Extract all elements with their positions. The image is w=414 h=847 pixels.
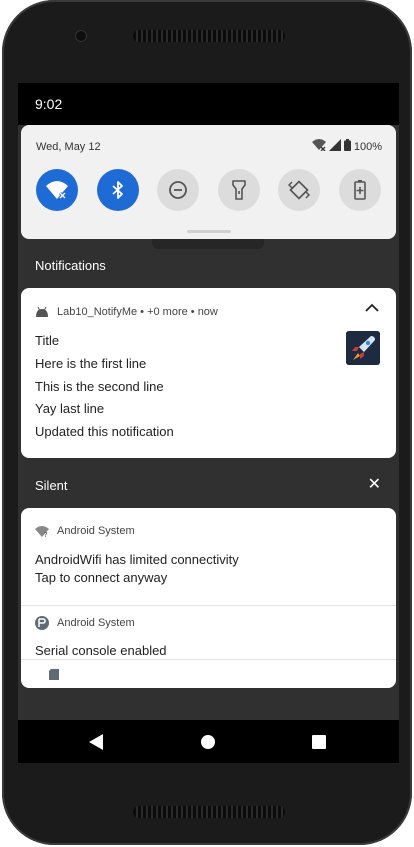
android-icon <box>36 307 48 317</box>
divider <box>21 659 396 660</box>
top-speaker <box>133 30 285 42</box>
qs-status-icons: 100% <box>311 139 382 154</box>
rocket-thumbnail-icon <box>346 331 380 365</box>
silent-item-header: Android System <box>35 616 135 630</box>
dnd-tile[interactable] <box>157 169 199 211</box>
back-button[interactable] <box>84 720 108 763</box>
notification-line: Title <box>35 333 60 348</box>
notification-header: Lab10_NotifyMe • +0 more • now <box>35 306 218 318</box>
qs-date: Wed, May 12 <box>36 141 101 153</box>
back-triangle-icon <box>89 733 103 750</box>
silent-item-body[interactable]: AndroidWifi has limited connectivity Tap… <box>35 551 239 587</box>
notification-line: Here is the first line <box>35 355 147 371</box>
silent-item-app: Android System <box>57 525 135 537</box>
battery-saver-tile[interactable] <box>338 169 381 211</box>
overview-square-icon <box>312 734 326 749</box>
silent-item-app: Android System <box>57 617 135 629</box>
bottom-speaker <box>133 806 285 818</box>
do-not-disturb-icon <box>169 181 187 199</box>
silent-notifications-card: ? Android System AndroidWifi has limited… <box>21 508 396 688</box>
auto-rotate-tile[interactable] <box>278 169 320 211</box>
home-circle-icon <box>201 734 215 749</box>
notification-lines: Title Here is the first line This is the… <box>35 333 174 447</box>
bluetooth-tile[interactable] <box>96 169 139 211</box>
silent-section-title: Silent <box>35 478 68 493</box>
cell-signal-icon <box>328 139 341 154</box>
battery-saver-icon <box>353 180 366 200</box>
screen: 9:02 Wed, May 12 100% Notifications Lab1… <box>18 83 399 763</box>
svg-text:?: ? <box>44 531 48 537</box>
divider <box>21 605 396 606</box>
home-button[interactable] <box>196 720 220 763</box>
silent-item-header: ? Android System <box>35 525 135 537</box>
battery-percent: 100% <box>353 140 382 153</box>
qs-drag-handle[interactable] <box>187 230 231 233</box>
status-time: 9:02 <box>35 96 63 112</box>
sim-card-icon <box>49 667 59 685</box>
quick-settings-panel: Wed, May 12 100% <box>21 125 396 239</box>
overview-button[interactable] <box>307 720 331 763</box>
flashlight-icon <box>231 180 246 200</box>
auto-rotate-icon <box>288 180 310 200</box>
notifications-section-title: Notifications <box>35 258 106 273</box>
notification-app-header: Lab10_NotifyMe • +0 more • now <box>57 306 218 318</box>
silent-item-text: Tap to connect anyway <box>35 570 168 585</box>
notification-line: This is the second line <box>35 378 164 394</box>
wifi-tile[interactable] <box>36 169 78 211</box>
collapse-chevron-icon[interactable] <box>364 301 380 319</box>
qs-tiles <box>36 169 399 211</box>
wifi-question-icon: ? <box>35 525 49 537</box>
flashlight-tile[interactable] <box>217 169 260 211</box>
notifyme-notification-card[interactable]: Lab10_NotifyMe • +0 more • now Title Her… <box>21 288 396 458</box>
status-bar: 9:02 <box>18 83 399 125</box>
notification-line: Yay last line <box>35 401 105 417</box>
notification-line: Updated this notification <box>35 424 174 440</box>
navigation-bar <box>18 720 399 763</box>
wifi-icon <box>46 181 68 200</box>
silent-item-text: Serial console enabled <box>35 643 167 658</box>
battery-icon <box>343 139 351 154</box>
bluetooth-icon <box>111 181 123 199</box>
front-camera <box>75 30 87 42</box>
qs-shadow <box>152 239 264 249</box>
dismiss-silent-close-icon[interactable]: ✕ <box>368 477 381 493</box>
silent-item-body[interactable]: Serial console enabled <box>35 642 167 660</box>
console-icon <box>35 616 49 630</box>
silent-item-text: AndroidWifi has limited connectivity <box>35 552 239 567</box>
wifi-no-internet-icon <box>311 139 326 154</box>
